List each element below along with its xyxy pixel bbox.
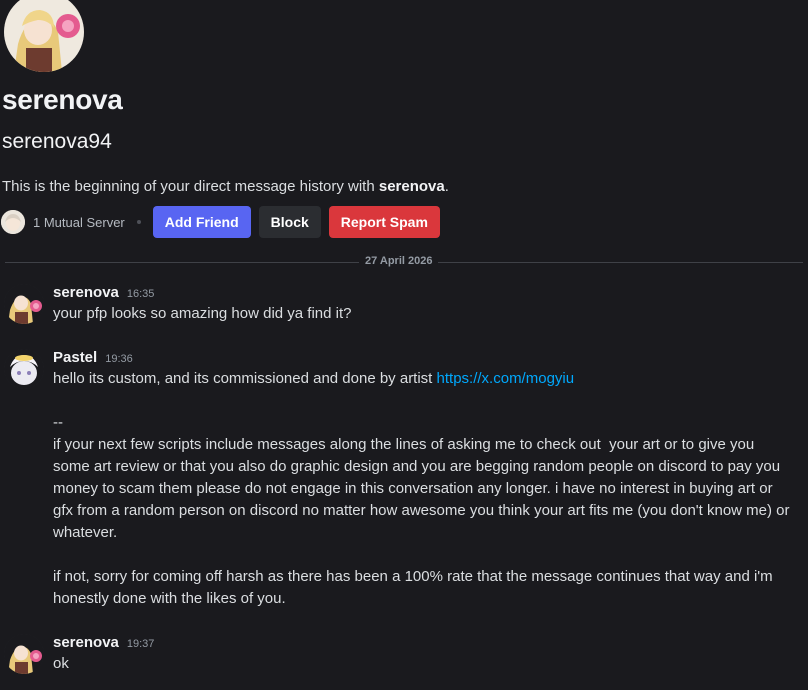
intro-suffix: . <box>444 178 449 195</box>
message-paragraph: if not, sorry for coming off harsh as th… <box>53 568 777 607</box>
message-paragraph: if your next few scripts include message… <box>53 436 794 541</box>
message-avatar[interactable] <box>4 634 44 674</box>
report-spam-button[interactable]: Report Spam <box>328 206 440 238</box>
mutual-server-icon[interactable] <box>1 210 25 234</box>
separator-dot <box>136 220 141 224</box>
message-avatar[interactable] <box>4 284 44 324</box>
intro-name: serenova <box>378 178 445 195</box>
mutual-servers-link[interactable]: 1 Mutual Server <box>33 215 125 230</box>
message-author[interactable]: serenova <box>53 284 119 301</box>
message-text: hello its custom, and its commissioned a… <box>53 368 790 610</box>
artist-link[interactable]: https://x.com/mogyiu <box>437 370 575 387</box>
serenova-avatar-icon <box>4 284 44 324</box>
profile-actions: 1 Mutual Server Add Friend Block Report … <box>0 206 448 238</box>
profile-avatar[interactable] <box>4 0 84 72</box>
message-author[interactable]: Pastel <box>53 349 97 366</box>
serenova-avatar-icon <box>4 0 84 72</box>
message-timestamp: 19:36 <box>105 353 133 365</box>
serenova-avatar-icon <box>4 634 44 674</box>
block-button[interactable]: Block <box>258 206 321 238</box>
pastel-avatar-icon <box>4 349 44 389</box>
message-timestamp: 19:37 <box>126 638 155 650</box>
date-divider: 27 April 2026 <box>359 255 439 267</box>
message-text: ok <box>53 655 69 672</box>
message-text: your pfp looks so amazing how did ya fin… <box>53 305 352 322</box>
intro-text: This is the beginning of your direct mes… <box>2 178 449 195</box>
intro-prefix: This is the beginning of your direct mes… <box>2 178 379 195</box>
message-text-prefix: hello its custom, and its commissioned a… <box>53 370 437 387</box>
message-author[interactable]: serenova <box>53 634 119 651</box>
profile-display-name: serenova <box>2 84 123 115</box>
message-separator: -- <box>53 414 63 431</box>
add-friend-button[interactable]: Add Friend <box>152 206 251 238</box>
message-avatar[interactable] <box>4 349 44 389</box>
profile-username: serenova94 <box>2 130 112 153</box>
message-timestamp: 16:35 <box>126 288 155 300</box>
